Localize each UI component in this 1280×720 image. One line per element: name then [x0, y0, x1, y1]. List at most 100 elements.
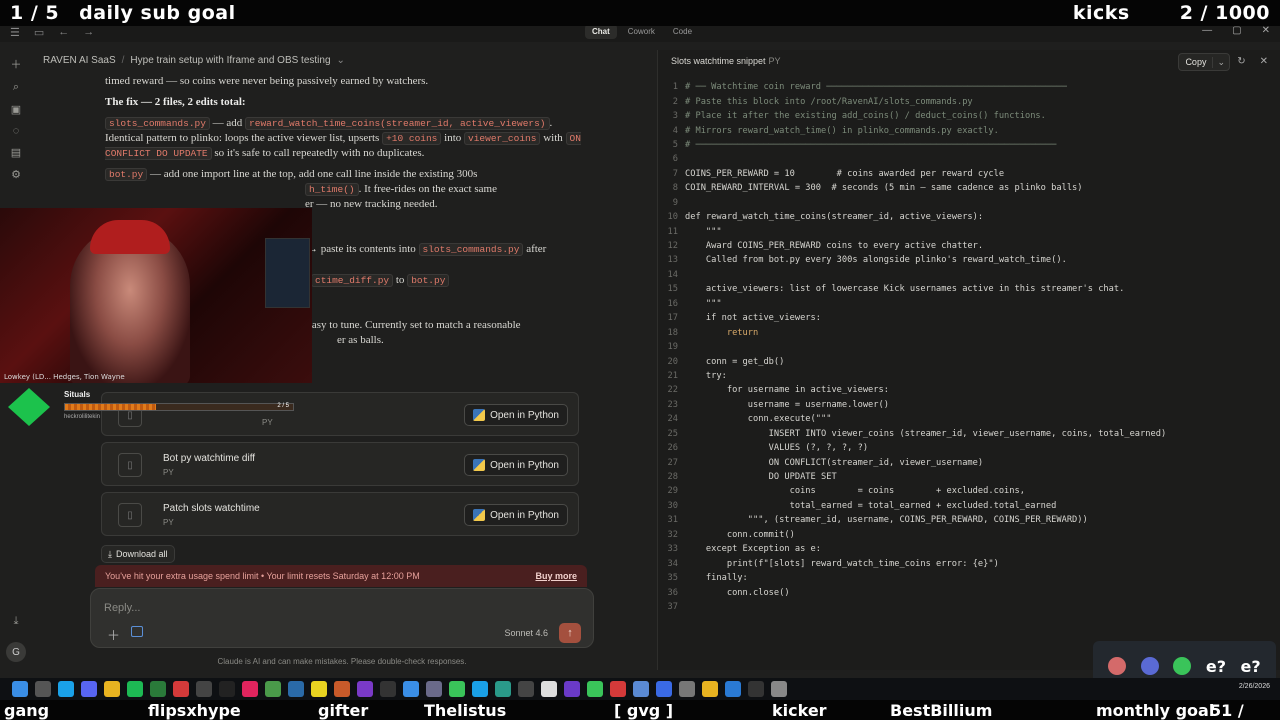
tiktok-icon[interactable]	[242, 681, 258, 697]
tab-cowork[interactable]: Cowork	[621, 24, 662, 39]
minimize-icon[interactable]: —	[1202, 25, 1212, 36]
app-icon[interactable]	[679, 681, 695, 697]
tab-chat[interactable]: Chat	[585, 24, 617, 39]
code-icon[interactable]: ⚙	[11, 168, 21, 181]
file-card[interactable]: ▯ Patch slots watchtime PY Open in Pytho…	[101, 492, 579, 536]
app-icon[interactable]	[219, 681, 235, 697]
search-icon[interactable]: ⌕	[13, 81, 19, 94]
code-view[interactable]: 1 # ── Watchtime coin reward ────────────…	[658, 80, 1280, 614]
chrome-icon[interactable]	[702, 681, 718, 697]
app-icon[interactable]	[518, 681, 534, 697]
app-icon[interactable]	[610, 681, 626, 697]
app-icon[interactable]	[449, 681, 465, 697]
app-icon[interactable]	[403, 681, 419, 697]
file-card[interactable]: ▯ Bot py watchtime diff PY Open in Pytho…	[101, 442, 579, 486]
download-all-button[interactable]: ⤓ Download all	[101, 545, 175, 563]
line-text: conn.execute("""	[685, 414, 832, 425]
model-selector[interactable]: Sonnet 4.6	[504, 628, 548, 638]
add-attachment-icon[interactable]: ＋	[107, 625, 120, 644]
line-text: print(f"[slots] reward_watch_time_coins …	[685, 558, 999, 569]
forward-icon[interactable]: →	[83, 26, 94, 39]
spotify-icon[interactable]	[127, 681, 143, 697]
steam-icon[interactable]	[288, 681, 304, 697]
terminal-icon[interactable]	[748, 681, 764, 697]
chats-icon[interactable]: ◌	[13, 125, 20, 137]
widget-subtext: heckrolilitekin	[64, 414, 101, 420]
download-icon[interactable]: ⤓	[14, 615, 19, 628]
close-window-icon[interactable]: ✕	[1262, 25, 1270, 36]
copy-button[interactable]: Copy ⌄	[1178, 53, 1230, 71]
refresh-icon[interactable]: ↻	[1237, 56, 1245, 67]
app-icon[interactable]	[196, 681, 212, 697]
artifact-ext: PY	[768, 56, 781, 66]
stream-overlay-top: 1 / 5 daily sub goal kicks 2 / 1000	[0, 0, 1280, 26]
projects-icon[interactable]: ▣	[11, 103, 21, 116]
search-icon[interactable]	[35, 681, 51, 697]
discord-icon[interactable]	[81, 681, 97, 697]
open-in-python-button[interactable]: Open in Python	[464, 504, 568, 526]
screen: 1 / 5 daily sub goal kicks 2 / 1000 ☰ ▭ …	[0, 0, 1280, 720]
vscode-icon[interactable]	[725, 681, 741, 697]
inline-code: bot.py	[407, 274, 450, 287]
avatar[interactable]: G	[6, 642, 26, 662]
breadcrumb-conversation[interactable]: Hype train setup with Iframe and OBS tes…	[130, 55, 330, 66]
code-line: 25 INSERT INTO viewer_coins (streamer_id…	[658, 427, 1280, 441]
app-icon[interactable]	[357, 681, 373, 697]
app-icon[interactable]	[173, 681, 189, 697]
open-in-python-button[interactable]: Open in Python	[464, 404, 568, 426]
text: → paste its contents into	[307, 243, 419, 255]
project-files-icon[interactable]	[131, 626, 143, 637]
app-icon[interactable]	[541, 681, 557, 697]
chevron-down-icon[interactable]: ⌄	[337, 55, 345, 66]
download-all-label: Download all	[115, 549, 168, 559]
line-number: 22	[667, 385, 678, 396]
line-number: 7	[672, 168, 678, 179]
line-text: username = username.lower()	[685, 399, 889, 410]
buy-more-link[interactable]: Buy more	[535, 571, 577, 581]
red-cap	[90, 220, 170, 254]
start-icon[interactable]	[12, 681, 28, 697]
close-icon[interactable]: ✕	[1260, 56, 1268, 67]
sub-goal-label: daily sub goal	[79, 2, 236, 24]
app-icon[interactable]	[495, 681, 511, 697]
code-line: 1 # ── Watchtime coin reward ────────────…	[658, 80, 1280, 94]
sub-goal-widget: Situals 2 / 5 heckrolilitekin	[64, 390, 294, 420]
edge-icon[interactable]	[58, 681, 74, 697]
app-icon[interactable]	[150, 681, 166, 697]
open-in-python-button[interactable]: Open in Python	[464, 454, 568, 476]
folder-icon[interactable]	[104, 681, 120, 697]
code-line: 36 conn.close()	[658, 585, 1280, 599]
code-line: 8 COIN_REWARD_INTERVAL = 300 # seconds (5…	[658, 181, 1280, 195]
app-icon[interactable]	[587, 681, 603, 697]
app-icon[interactable]	[633, 681, 649, 697]
app-icon[interactable]	[564, 681, 580, 697]
composer[interactable]: Reply... ＋ Sonnet 4.6 ↑	[90, 588, 594, 648]
code-line: 27 ON CONFLICT(streamer_id, viewer_usern…	[658, 455, 1280, 469]
app-icon[interactable]	[311, 681, 327, 697]
settings-icon[interactable]	[771, 681, 787, 697]
overlay-label: BestBillium	[890, 701, 993, 720]
app-icon[interactable]	[380, 681, 396, 697]
python-icon	[473, 509, 486, 521]
chevron-down-icon[interactable]: ⌄	[1212, 56, 1229, 68]
line-text: conn.close()	[685, 587, 790, 598]
back-icon[interactable]: ←	[58, 26, 69, 39]
reply-input[interactable]: Reply...	[104, 602, 140, 614]
app-icon[interactable]	[426, 681, 442, 697]
new-chat-icon[interactable]: ＋	[11, 56, 22, 72]
app-icon[interactable]	[265, 681, 281, 697]
sidebar-toggle-icon[interactable]: ▭	[34, 26, 44, 39]
app-icon[interactable]	[656, 681, 672, 697]
maximize-icon[interactable]: ▢	[1232, 25, 1241, 36]
alert-avatar-icon	[1173, 657, 1192, 675]
menu-icon[interactable]: ☰	[10, 26, 20, 39]
tab-code[interactable]: Code	[666, 24, 699, 39]
inline-code: ctime_diff.py	[311, 274, 394, 287]
breadcrumb-project[interactable]: RAVEN AI SaaS	[43, 55, 116, 66]
app-icon[interactable]	[334, 681, 350, 697]
line-number: 25	[667, 428, 678, 439]
artifacts-icon[interactable]: ▤	[11, 146, 21, 159]
code-line: 26 VALUES (?, ?, ?, ?)	[658, 441, 1280, 455]
send-button[interactable]: ↑	[559, 623, 581, 643]
app-icon[interactable]	[472, 681, 488, 697]
